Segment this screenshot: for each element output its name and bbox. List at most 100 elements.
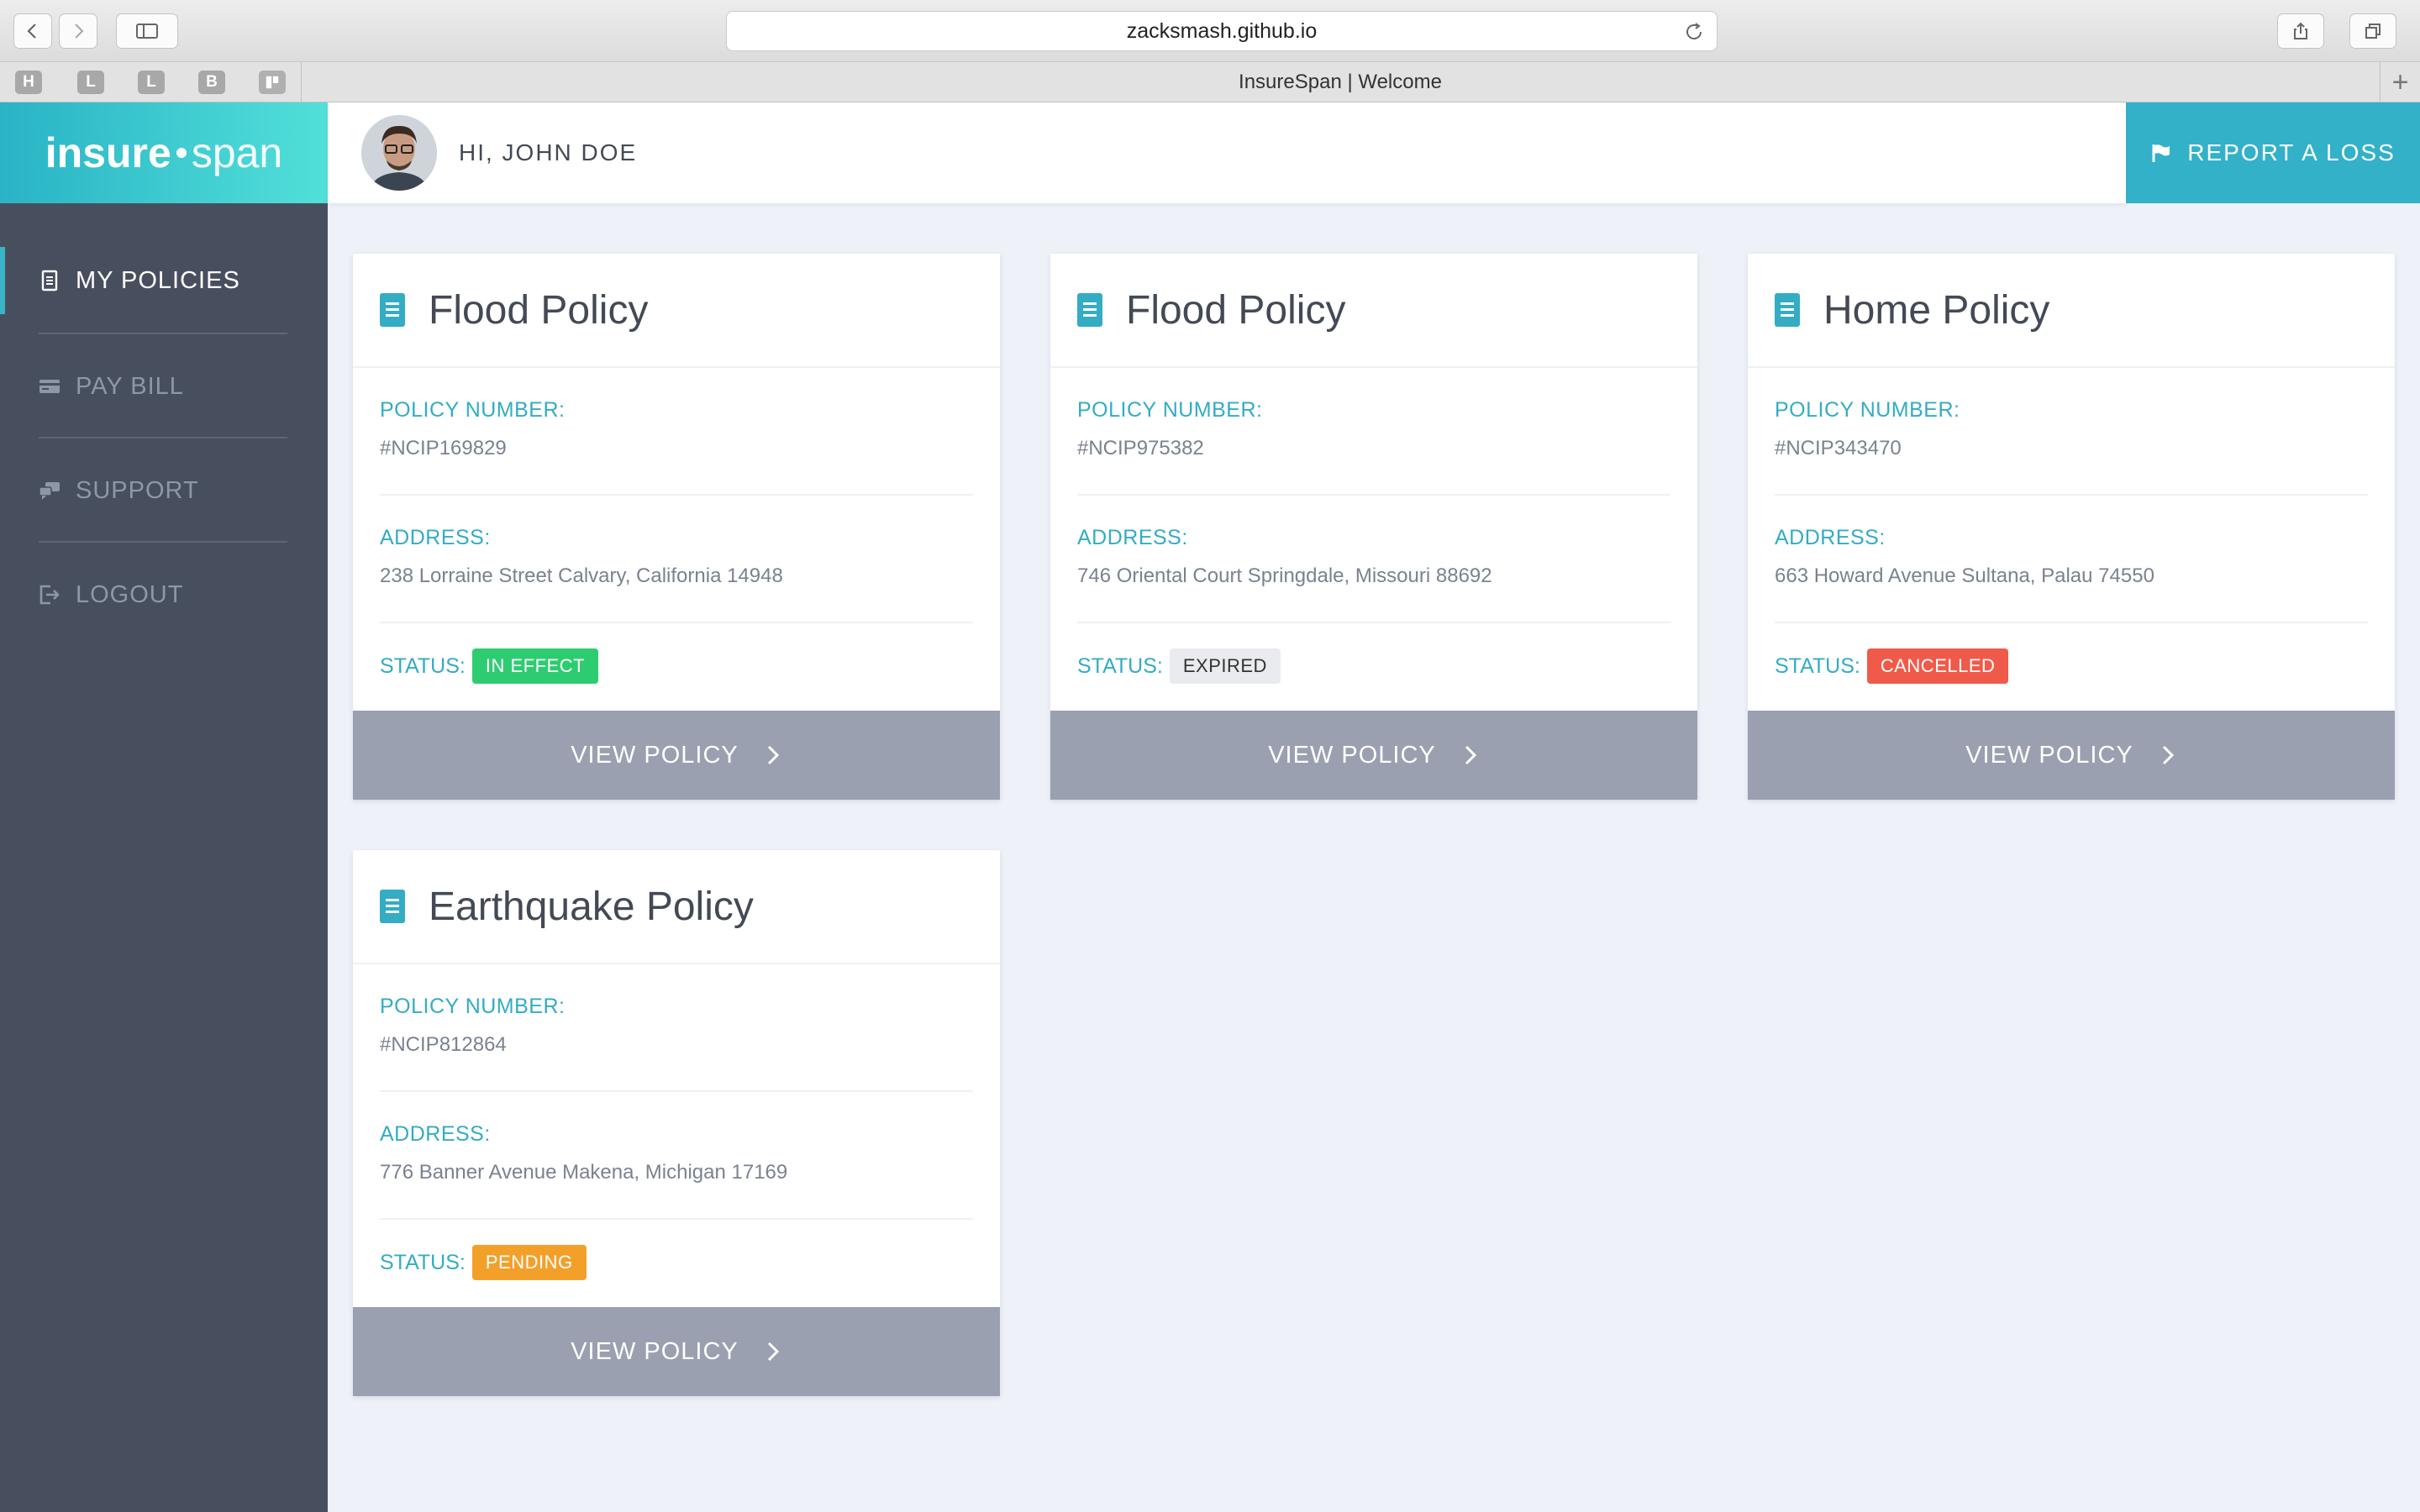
policy-number-value: #NCIP169829 [380,437,507,459]
sidebar-item-label: LOGOUT [76,580,184,608]
card-header: Home Policy [1748,254,2395,368]
policy-card: Earthquake Policy POLICY NUMBER: #NCIP81… [353,850,1000,1396]
address-value: 663 Howard Avenue Sultana, Palau 74550 [1775,564,2154,587]
share-icon [2294,22,2307,39]
report-loss-button[interactable]: REPORT A LOSS [2126,102,2420,203]
card-header: Flood Policy [353,254,1000,368]
chevron-right-icon [2162,745,2174,765]
policy-number-label: POLICY NUMBER: [380,398,566,422]
user-avatar-icon [361,115,437,191]
browser-toolbar: zacksmash.github.io [0,0,2420,62]
policy-number-value: #NCIP975382 [1077,437,1204,459]
user-greeting: HI, JOHN DOE [459,139,638,165]
view-policy-button[interactable]: VIEW POLICY [353,1307,1000,1396]
address-label: ADDRESS: [1775,526,1886,549]
view-policy-label: VIEW POLICY [1965,741,2133,769]
view-policy-button[interactable]: VIEW POLICY [1748,711,2395,800]
document-icon [380,890,405,923]
document-icon [1775,293,1800,327]
bookmark-l-2[interactable]: L [138,71,165,94]
sidebar-item-label: MY POLICIES [76,266,240,294]
url-text: zacksmash.github.io [1126,18,1318,43]
divider [301,62,302,102]
address-section: ADDRESS: 663 Howard Avenue Sultana, Pala… [1775,496,2368,623]
view-policy-label: VIEW POLICY [571,741,739,769]
bookmark-grid[interactable] [259,71,286,94]
policy-number-value: #NCIP812864 [380,1033,507,1056]
bookmark-l[interactable]: L [77,71,104,94]
sidebar-item-my-policies[interactable]: MY POLICIES [0,228,328,333]
grid-icon [266,76,279,89]
policy-number-label: POLICY NUMBER: [1775,398,1960,422]
status-label: STATUS: [1775,654,1860,678]
chat-bubbles-icon [39,482,60,500]
policy-title: Flood Policy [1126,287,1346,333]
sidebar-toggle-button[interactable] [116,13,178,49]
chevron-left-icon [27,24,36,39]
address-bar[interactable]: zacksmash.github.io [726,11,1718,51]
policy-card: Home Policy POLICY NUMBER: #NCIP343470 A… [1748,254,2395,800]
back-button[interactable] [13,13,52,49]
tabs-overview-button[interactable] [2349,13,2396,49]
avatar[interactable] [361,115,437,191]
address-section: ADDRESS: 238 Lorraine Street Calvary, Ca… [380,496,973,623]
address-label: ADDRESS: [1077,526,1188,549]
tab-title[interactable]: InsureSpan | Welcome [302,62,2378,102]
sidebar-icon [136,24,158,39]
forward-button[interactable] [59,13,97,49]
address-label: ADDRESS: [380,1122,491,1146]
view-policy-label: VIEW POLICY [571,1337,739,1365]
address-section: ADDRESS: 746 Oriental Court Springdale, … [1077,496,1670,623]
policy-card: Flood Policy POLICY NUMBER: #NCIP975382 … [1050,254,1697,800]
policy-title: Flood Policy [429,287,649,333]
flag-icon [2152,144,2170,162]
document-icon [1077,293,1102,327]
sidebar-item-label: PAY BILL [76,372,184,400]
address-value: 746 Oriental Court Springdale, Missouri … [1077,564,1492,587]
policy-number-label: POLICY NUMBER: [1077,398,1263,422]
status-badge: IN EFFECT [471,648,599,684]
logo[interactable]: insure span [0,102,328,203]
view-policy-label: VIEW POLICY [1268,741,1436,769]
chevron-right-icon [767,745,779,765]
chevron-right-icon [767,1341,779,1362]
logo-bold: insure [45,129,171,176]
tabs-icon [2365,24,2381,39]
document-icon [380,293,405,327]
new-tab-button[interactable]: + [2380,62,2420,102]
status-label: STATUS: [1077,654,1163,678]
logo-light: span [191,129,283,176]
sidebar-item-label: SUPPORT [76,476,199,504]
sidebar-item-pay-bill[interactable]: PAY BILL [0,334,328,438]
address-value: 776 Banner Avenue Makena, Michigan 17169 [380,1161,788,1184]
reload-icon[interactable] [1683,21,1705,43]
view-policy-button[interactable]: VIEW POLICY [1050,711,1697,800]
bookmarks-bar: H L L B InsureSpan | Welcome + [0,62,2420,102]
top-bar: HI, JOHN DOE [328,102,2126,203]
policy-number-section: POLICY NUMBER: #NCIP812864 [380,964,973,1092]
address-label: ADDRESS: [380,526,491,549]
policy-title: Earthquake Policy [429,884,754,929]
status-badge: EXPIRED [1169,648,1281,684]
active-indicator [0,247,5,314]
chevron-right-icon [75,24,84,39]
status-section: STATUS: EXPIRED [1077,623,1670,711]
policy-number-value: #NCIP343470 [1775,437,1902,459]
policy-title: Home Policy [1823,287,2050,333]
sidebar-item-logout[interactable]: LOGOUT [0,543,328,647]
bookmark-h[interactable]: H [15,71,42,94]
sidebar-item-support[interactable]: SUPPORT [0,438,328,543]
card-header: Earthquake Policy [353,850,1000,964]
policy-number-section: POLICY NUMBER: #NCIP343470 [1775,368,2368,496]
share-button[interactable] [2277,13,2324,49]
address-value: 238 Lorraine Street Calvary, California … [380,564,783,587]
logout-icon [39,585,60,605]
status-badge: PENDING [471,1245,587,1280]
status-badge: CANCELLED [1866,648,2009,684]
bookmark-b[interactable]: B [198,71,225,94]
status-section: STATUS: PENDING [380,1220,973,1307]
view-policy-button[interactable]: VIEW POLICY [353,711,1000,800]
document-icon [41,270,58,291]
status-section: STATUS: IN EFFECT [380,623,973,711]
policy-number-section: POLICY NUMBER: #NCIP975382 [1077,368,1670,496]
